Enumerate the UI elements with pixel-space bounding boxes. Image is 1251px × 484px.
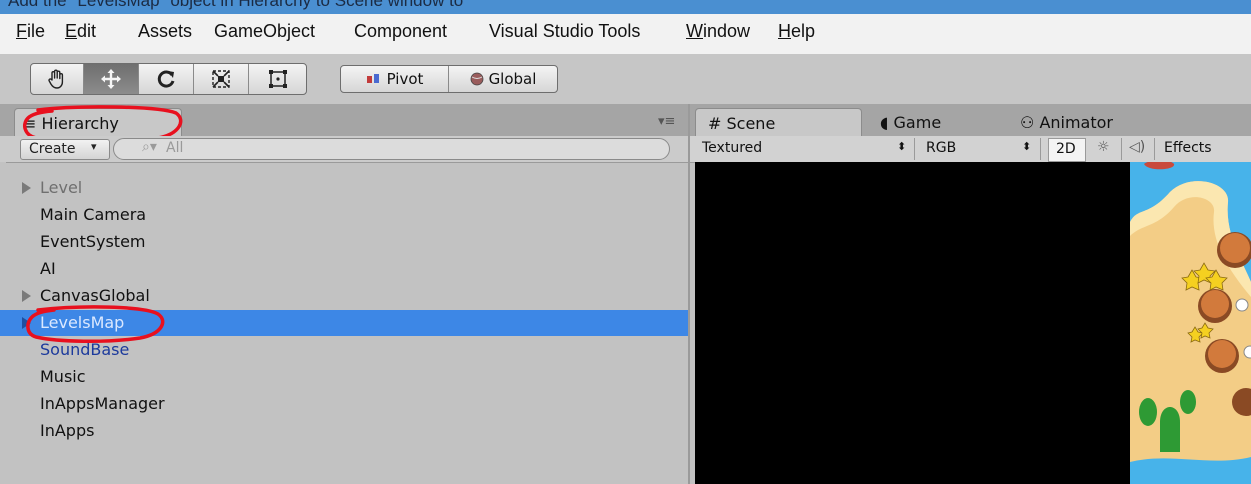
scene-viewport[interactable] [695,162,1130,484]
menu-edit[interactable]: Edit [65,21,96,42]
menu-help[interactable]: Help [778,21,815,42]
audio-toggle-button[interactable]: ◁) [1125,138,1151,160]
menu-visual-studio-tools[interactable]: Visual Studio Tools [489,21,640,42]
scale-icon [212,70,230,88]
pacman-icon: ◖ [880,113,889,132]
2d-toggle-button[interactable]: 2D [1048,138,1086,162]
shading-mode-dropdown[interactable]: Textured ⬍ [702,136,912,162]
updown-caret-icon: ⬍ [897,140,907,153]
pivot-icon [366,74,379,83]
tree-item-main-camera[interactable]: Main Camera [0,202,688,228]
level-map-preview[interactable] [1130,162,1251,484]
hierarchy-panel: ≡ Hierarchy ▾≡ Create ▾ ⌕▾ All Level Mai… [0,104,688,484]
hand-tool-button[interactable] [31,64,84,94]
tab-animator[interactable]: ⚇ Animator [1020,108,1190,138]
move-arrows-icon [101,69,121,89]
tab-game[interactable]: ◖ Game [880,108,1030,138]
expand-arrow-icon[interactable] [22,290,31,302]
hierarchy-toolbar: Create ▾ ⌕▾ All [0,136,688,163]
menu-bar: File Edit Assets GameObject Component Vi… [0,14,1251,54]
move-tool-button[interactable] [84,64,139,94]
lighting-toggle-button[interactable]: ☼ [1092,138,1118,160]
tree-item-eventsystem[interactable]: EventSystem [0,229,688,255]
tree-item-inapps[interactable]: InApps [0,418,688,444]
render-mode-dropdown[interactable]: RGB ⬍ [926,136,1036,162]
menu-assets[interactable]: Assets [138,21,192,42]
tree-item-ai[interactable]: AI [0,256,688,282]
main-toolbar: Pivot Global [0,54,1251,104]
instruction-banner: Add the "LevelsMap" object in Hierarchy … [0,0,1251,14]
menu-window[interactable]: Window [686,21,750,42]
dropdown-caret-icon: ▾ [91,140,97,153]
tab-scene[interactable]: # Scene [695,108,862,139]
speaker-icon: ◁) [1129,139,1146,155]
globe-icon [470,72,483,86]
create-dropdown-button[interactable]: Create ▾ [20,139,110,160]
tree-item-music[interactable]: Music [0,364,688,390]
rect-transform-icon [268,70,287,88]
scene-panel: # Scene ◖ Game ⚇ Animator Textured ⬍ RGB… [690,104,1251,484]
menu-file[interactable]: File [16,21,45,42]
annotation-circle-levelsmap [26,305,165,344]
tree-item-level[interactable]: Level [0,175,688,201]
rect-tool-button[interactable] [249,64,306,94]
hand-icon [48,69,64,89]
hash-icon: # [708,114,722,133]
instruction-banner-text: Add the "LevelsMap" object in Hierarchy … [8,0,464,10]
tree-item-inappsmanager[interactable]: InAppsManager [0,391,688,417]
pivot-global-toggle: Pivot Global [340,65,558,93]
pivot-toggle-button[interactable]: Pivot [341,66,449,92]
scale-tool-button[interactable] [194,64,249,94]
sun-icon: ☼ [1097,139,1110,155]
menu-component[interactable]: Component [354,21,447,42]
scene-tab-bar: # Scene ◖ Game ⚇ Animator [690,104,1251,139]
global-toggle-button[interactable]: Global [449,66,557,92]
hierarchy-tree: Level Main Camera EventSystem AI CanvasG… [0,162,688,484]
transform-tools [30,63,307,95]
level-map-illustration [1130,162,1251,484]
expand-arrow-icon[interactable] [22,182,31,194]
rotate-icon [157,70,175,88]
menu-gameobject[interactable]: GameObject [214,21,315,42]
effects-dropdown[interactable]: Effects [1160,136,1251,162]
hierarchy-search-field[interactable]: ⌕▾ All [113,138,670,160]
updown-caret-icon: ⬍ [1022,140,1032,153]
search-icon: ⌕▾ [142,139,157,155]
animator-icon: ⚇ [1020,113,1035,132]
scene-toolbar: Textured ⬍ RGB ⬍ 2D ☼ ◁) Effects [690,136,1251,163]
rotate-tool-button[interactable] [139,64,194,94]
hierarchy-tab-bar: ≡ Hierarchy ▾≡ [0,104,688,144]
panel-menu-icon[interactable]: ▾≡ [658,114,675,129]
